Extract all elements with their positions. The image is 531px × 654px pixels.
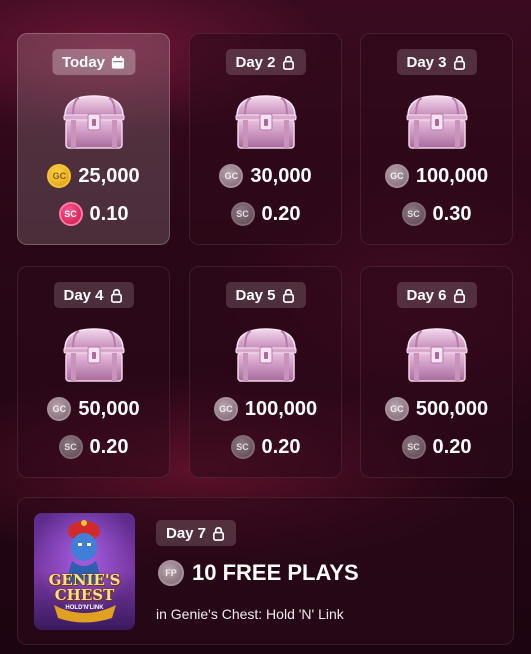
sweeps-coins-reward: SC 0.20 — [361, 435, 512, 459]
gc-coin-icon: GC — [384, 397, 409, 421]
sweeps-coins-reward: SC 0.20 — [18, 435, 169, 459]
day-badge: Day 2 — [225, 49, 306, 75]
game-thumbnail-title: GENIE'S CHEST — [48, 571, 121, 604]
treasure-chest-icon — [231, 90, 301, 152]
gold-coins-reward: GC 100,000 — [190, 397, 341, 421]
gc-amount: 500,000 — [415, 397, 489, 420]
lock-icon — [281, 288, 296, 303]
day-card-3[interactable]: Day 3 GC 100,000 SC 0.30 — [360, 33, 513, 245]
game-thumbnail-subtitle: HOLD'N'LINK — [65, 605, 104, 611]
day-label: Day 3 — [406, 53, 447, 71]
day-card-2[interactable]: Day 2 GC 30,000 SC 0.20 — [189, 33, 342, 245]
lock-icon — [109, 288, 124, 303]
sweeps-coins-reward: SC 0.30 — [361, 202, 512, 226]
gc-amount: 100,000 — [244, 397, 318, 420]
gold-coins-reward: GC 50,000 — [18, 397, 169, 421]
gc-amount: 100,000 — [415, 164, 489, 187]
gc-coin-icon: GC — [219, 164, 244, 188]
gc-coin-icon: GC — [213, 397, 238, 421]
sc-amount: 0.20 — [261, 202, 301, 225]
day-badge: Day 6 — [396, 282, 477, 308]
day-card-1[interactable]: Today GC 25,000 SC 0.10 — [17, 33, 170, 245]
gold-coins-reward: GC 500,000 — [361, 397, 512, 421]
gc-amount: 50,000 — [78, 397, 140, 420]
lock-icon — [281, 55, 296, 70]
day-badge: Day 5 — [225, 282, 306, 308]
day-label: Day 2 — [235, 53, 276, 71]
day7-label: Day 7 — [166, 524, 207, 542]
sc-amount: 0.10 — [89, 202, 129, 225]
day-label: Day 6 — [406, 286, 447, 304]
day-badge: Day 4 — [53, 282, 134, 308]
gold-coins-reward: GC 25,000 — [18, 164, 169, 188]
sc-coin-icon: SC — [401, 202, 426, 226]
lock-icon — [211, 526, 226, 541]
sc-coin-icon: SC — [58, 435, 83, 459]
sc-amount: 0.20 — [89, 435, 129, 458]
day-card-5[interactable]: Day 5 GC 100,000 SC 0.20 — [189, 266, 342, 478]
sc-amount: 0.20 — [432, 435, 472, 458]
game-name-text: in Genie's Chest: Hold 'N' Link — [156, 606, 344, 622]
gc-amount: 25,000 — [78, 164, 140, 187]
sc-coin-icon: SC — [401, 435, 426, 459]
day-label: Today — [61, 53, 106, 71]
gold-coins-reward: GC 100,000 — [361, 164, 512, 188]
sweeps-coins-reward: SC 0.20 — [190, 435, 341, 459]
sweeps-coins-reward: SC 0.10 — [18, 202, 169, 226]
free-plays-text: 10 FREE PLAYS — [192, 560, 359, 585]
day7-badge: Day 7 — [156, 520, 237, 546]
treasure-chest-icon — [59, 323, 129, 385]
sc-amount: 0.20 — [261, 435, 301, 458]
treasure-chest-icon — [59, 90, 129, 152]
day-label: Day 5 — [235, 286, 276, 304]
sc-amount: 0.30 — [432, 202, 472, 225]
day-card-4[interactable]: Day 4 GC 50,000 SC 0.20 — [17, 266, 170, 478]
treasure-chest-icon — [402, 323, 472, 385]
calendar-icon — [110, 55, 125, 70]
day-badge: Day 3 — [396, 49, 477, 75]
lock-icon — [452, 288, 467, 303]
day7-reward-card[interactable]: GENIE'S CHEST HOLD'N'LINK Day 7 FP 10 FR… — [17, 497, 514, 645]
gc-coin-icon: GC — [47, 164, 72, 188]
lock-icon — [452, 55, 467, 70]
sc-coin-icon: SC — [230, 202, 255, 226]
day-badge: Today — [51, 49, 136, 75]
sc-coin-icon: SC — [230, 435, 255, 459]
free-plays-reward: FP 10 FREE PLAYS — [158, 560, 359, 586]
game-thumbnail[interactable]: GENIE'S CHEST HOLD'N'LINK — [34, 513, 135, 630]
day-label: Day 4 — [63, 286, 104, 304]
day-card-6[interactable]: Day 6 GC 500,000 SC 0.20 — [360, 266, 513, 478]
fp-coin-icon: FP — [158, 560, 184, 586]
sc-coin-icon: SC — [58, 202, 83, 226]
gc-coin-icon: GC — [384, 164, 409, 188]
sweeps-coins-reward: SC 0.20 — [190, 202, 341, 226]
gc-amount: 30,000 — [250, 164, 312, 187]
treasure-chest-icon — [231, 323, 301, 385]
gold-coins-reward: GC 30,000 — [190, 164, 341, 188]
treasure-chest-icon — [402, 90, 472, 152]
gc-coin-icon: GC — [47, 397, 72, 421]
